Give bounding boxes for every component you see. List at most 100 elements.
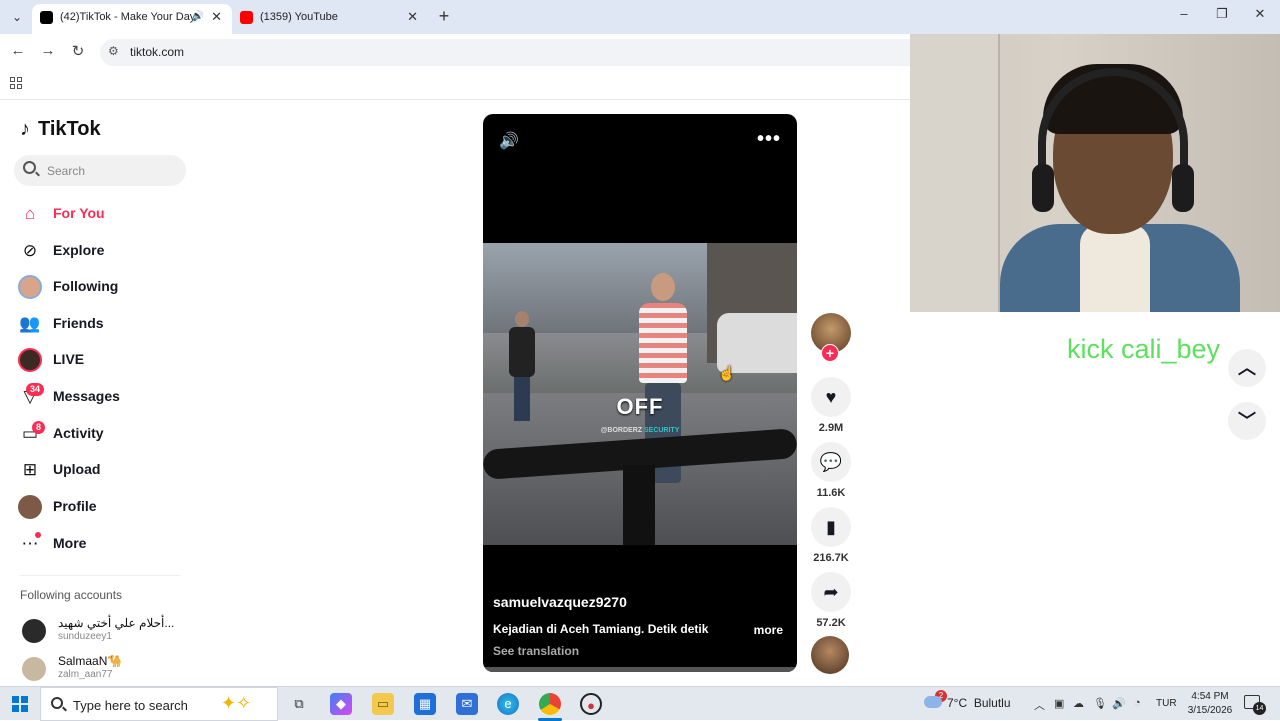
- nav-messages[interactable]: ▽ 34 Messages: [18, 382, 188, 412]
- taskbar-search-input[interactable]: Type here to search ✦✧: [40, 687, 278, 721]
- tab-youtube-title: (1359) YouTube: [260, 11, 338, 23]
- nav-explore[interactable]: ⊘ Explore: [18, 236, 188, 266]
- video-overlay-text: OFF: [616, 394, 664, 419]
- comment-button[interactable]: 💬: [811, 442, 851, 482]
- microsoft-store-icon[interactable]: ▦: [414, 693, 436, 715]
- address-bar-row: ← → ↻ ⚙ tiktok.com: [0, 34, 910, 70]
- nav-label: LIVE: [53, 351, 85, 367]
- share-button[interactable]: ➦: [811, 572, 851, 612]
- nav-label: For You: [53, 205, 105, 221]
- restore-icon[interactable]: ❐: [1212, 6, 1232, 22]
- next-creator-avatar[interactable]: [811, 636, 849, 674]
- tab-tiktok[interactable]: (42)TikTok - Make Your Day 🔊 ✕: [32, 4, 232, 34]
- clock-time: 4:54 PM: [1191, 691, 1229, 702]
- headset-earcup: [1172, 164, 1194, 212]
- webcam-collar: [1080, 224, 1150, 312]
- edge-icon[interactable]: e: [497, 693, 519, 715]
- nav-upload[interactable]: ⊞ Upload: [18, 455, 188, 485]
- nav-label: Friends: [53, 315, 104, 331]
- tab-youtube[interactable]: (1359) YouTube ✕: [232, 4, 428, 34]
- video-player[interactable]: 🔊 ••• OFF @BORDERZ SECURITY samuelvazque…: [483, 114, 797, 672]
- webcam-door: [910, 34, 1000, 312]
- next-video-button[interactable]: ﹀: [1228, 402, 1266, 440]
- notification-center-icon[interactable]: 14: [1244, 695, 1266, 715]
- volume-icon[interactable]: 🔊: [499, 131, 519, 151]
- browser-tab-strip: ⌄ (42)TikTok - Make Your Day 🔊 ✕ (1359) …: [0, 0, 1280, 34]
- clock-date: 3/15/2026: [1187, 705, 1233, 716]
- comment-icon: 💬: [819, 452, 843, 472]
- forward-arrow-icon[interactable]: →: [38, 42, 58, 59]
- caption-more-link[interactable]: more: [754, 623, 783, 637]
- like-button[interactable]: ♥: [811, 377, 851, 417]
- video-progress-bar[interactable]: [483, 667, 797, 672]
- youtube-favicon-icon: [240, 11, 253, 24]
- previous-video-button[interactable]: ︿: [1228, 349, 1266, 387]
- tiktok-logo[interactable]: ♪ TikTok: [20, 118, 101, 141]
- new-tab-plus-icon[interactable]: +: [434, 6, 454, 27]
- tiktok-wordmark: TikTok: [38, 118, 101, 140]
- more-options-icon[interactable]: •••: [757, 128, 781, 151]
- video-author[interactable]: samuelvazquez9270: [493, 594, 627, 610]
- search-icon: [51, 697, 63, 709]
- nav-following[interactable]: Following: [18, 272, 188, 302]
- video-car: [717, 313, 797, 373]
- home-icon: ⌂: [24, 204, 36, 223]
- save-button[interactable]: ▮: [811, 507, 851, 547]
- tab-audio-icon[interactable]: 🔊: [192, 4, 204, 30]
- mouse-cursor-icon: ☝: [718, 365, 736, 381]
- share-arrow-icon: ➦: [823, 582, 839, 602]
- speaker-icon[interactable]: 🔊: [1112, 697, 1126, 710]
- friends-icon: 👥: [19, 314, 41, 333]
- tray-overflow-chevron-icon[interactable]: ︿: [1034, 697, 1045, 713]
- nav-label: Following: [53, 278, 119, 294]
- video-caption: Kejadian di Aceh Tamiang. Detik detik: [493, 622, 709, 636]
- nav-label: Upload: [53, 461, 101, 477]
- search-input[interactable]: Search: [14, 155, 186, 186]
- minimize-icon[interactable]: –: [1174, 6, 1194, 21]
- tab-close-icon[interactable]: ✕: [407, 4, 418, 30]
- tiktok-favicon-icon: [40, 11, 53, 24]
- apps-grid-icon[interactable]: [10, 77, 22, 89]
- bookmark-icon: ▮: [826, 517, 836, 537]
- nav-label: Activity: [53, 425, 104, 441]
- tab-search-chevron-icon[interactable]: ⌄: [6, 6, 28, 28]
- url-text[interactable]: tiktok.com: [130, 45, 184, 59]
- windows-start-icon[interactable]: [12, 696, 28, 712]
- see-translation-link[interactable]: See translation: [493, 644, 579, 658]
- nav-profile[interactable]: Profile: [18, 492, 188, 522]
- taskbar-clock[interactable]: 4:54 PM 3/15/2026: [1184, 690, 1236, 718]
- headset-earcup: [1032, 164, 1054, 212]
- copilot-icon[interactable]: ◆: [330, 693, 352, 715]
- nav-friends[interactable]: 👥 Friends: [18, 309, 188, 339]
- language-indicator[interactable]: TUR: [1156, 698, 1177, 709]
- reload-icon[interactable]: ↻: [68, 42, 88, 60]
- nav-activity[interactable]: ▭ 8 Activity: [18, 419, 188, 449]
- search-icon: [23, 161, 36, 174]
- nav-more[interactable]: ⋯ More: [18, 529, 188, 559]
- wifi-icon[interactable]: ◔: [1134, 697, 1141, 709]
- nav-for-you[interactable]: ⌂ For You: [18, 199, 188, 229]
- task-view-icon[interactable]: ⧉: [288, 693, 310, 715]
- microphone-icon[interactable]: 🎙: [1093, 697, 1107, 710]
- omnibox[interactable]: ⚙ tiktok.com: [100, 39, 910, 66]
- window-close-icon[interactable]: ✕: [1250, 6, 1270, 22]
- following-account[interactable]: أحلام علي أختي شهيد... sunduzeey1: [20, 616, 190, 650]
- following-account[interactable]: SalmaaN🐪 zalm_aan77: [20, 654, 190, 688]
- weather-widget[interactable]: 7°C Bulutlu: [924, 696, 1011, 710]
- messages-badge: 34: [26, 383, 45, 396]
- cloud-sync-icon[interactable]: ☁: [1073, 697, 1084, 710]
- tab-close-icon[interactable]: ✕: [211, 4, 222, 30]
- windows-taskbar: Type here to search ✦✧ ⧉ ◆ ▭ ▦ ✉ e ● 2 7…: [0, 686, 1280, 721]
- obs-record-icon[interactable]: ●: [580, 693, 602, 715]
- file-explorer-icon[interactable]: ▭: [372, 693, 394, 715]
- site-settings-icon[interactable]: ⚙: [108, 44, 119, 58]
- chrome-icon[interactable]: [539, 693, 561, 715]
- nav-live[interactable]: LIVE: [18, 345, 188, 375]
- mail-icon[interactable]: ✉: [456, 693, 478, 715]
- back-arrow-icon[interactable]: ←: [8, 42, 28, 59]
- compass-icon: ⊘: [22, 241, 38, 260]
- camera-tray-icon[interactable]: ▣: [1054, 697, 1064, 710]
- follow-plus-icon[interactable]: +: [821, 344, 839, 362]
- watermark-accent: SECURITY: [643, 427, 680, 434]
- account-name: SalmaaN🐪: [58, 654, 123, 668]
